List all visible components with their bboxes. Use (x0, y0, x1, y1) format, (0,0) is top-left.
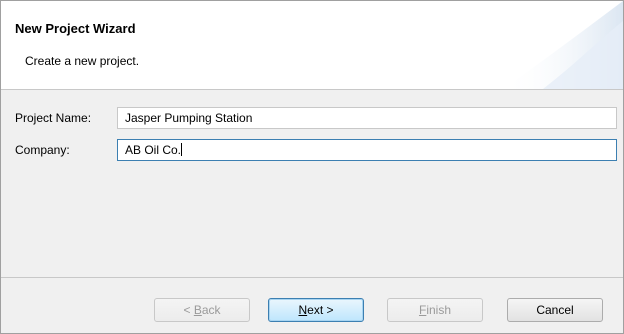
back-button-prefix: < (183, 303, 194, 317)
project-name-value: Jasper Pumping Station (125, 111, 253, 125)
back-button-mnemonic: B (193, 303, 202, 317)
finish-button[interactable]: Finish (387, 298, 483, 322)
next-button-label: ext > (307, 303, 334, 317)
company-label: Company: (15, 143, 70, 157)
page-description: Create a new project. (25, 54, 140, 68)
back-button[interactable]: < Back (154, 298, 250, 322)
company-row: Company: AB Oil Co. (1, 139, 623, 163)
header-decoration (503, 1, 623, 89)
company-field[interactable]: AB Oil Co. (117, 139, 617, 161)
finish-button-label: inish (426, 303, 452, 317)
button-bar: < Back Next > Finish Cancel (1, 277, 623, 333)
company-value: AB Oil Co. (125, 143, 182, 157)
project-name-field[interactable]: Jasper Pumping Station (117, 107, 617, 129)
project-name-row: Project Name: Jasper Pumping Station (1, 107, 623, 131)
page-title: New Project Wizard (15, 21, 136, 36)
cancel-button[interactable]: Cancel (507, 298, 603, 322)
back-button-label: ack (201, 303, 221, 317)
project-name-label: Project Name: (15, 111, 92, 125)
new-project-wizard-dialog: New Project Wizard Create a new project.… (0, 0, 624, 334)
cancel-button-label: Cancel (536, 303, 574, 317)
wizard-body: Project Name: Jasper Pumping Station Com… (1, 90, 623, 276)
wizard-header: New Project Wizard Create a new project. (1, 1, 623, 90)
text-caret (181, 143, 183, 156)
next-button[interactable]: Next > (268, 298, 364, 322)
next-button-mnemonic: N (298, 303, 308, 317)
